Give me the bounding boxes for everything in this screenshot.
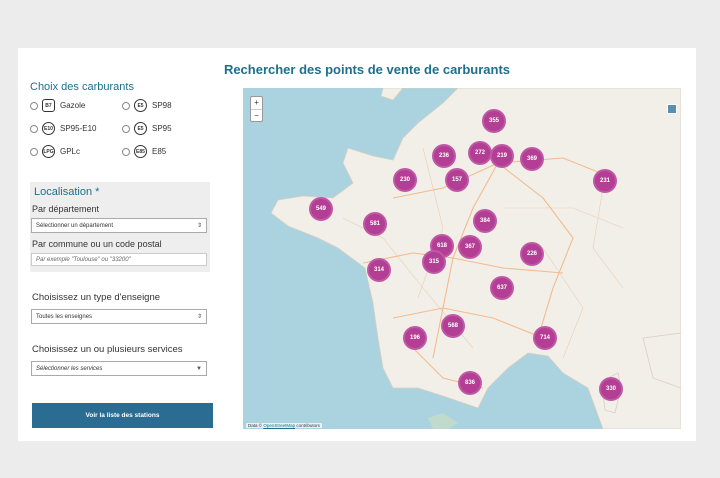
fuel-badge-icon: E5 <box>134 99 147 112</box>
map-attribution: Data © OpenStreetMap contributors <box>246 423 322 428</box>
attribution-suffix: contributors <box>296 423 320 428</box>
cluster-marker[interactable]: 369 <box>520 147 544 171</box>
localisation-title: Localisation * <box>34 186 100 198</box>
fuel-radio[interactable] <box>122 124 130 133</box>
fuel-badge-icon: E5 <box>134 122 147 135</box>
cluster-marker[interactable]: 196 <box>403 326 427 350</box>
attribution-prefix: Data © <box>248 423 263 428</box>
chevron-updown-icon: ⇕ <box>196 223 202 229</box>
page-title: Rechercher des points de vente de carbur… <box>223 62 511 77</box>
cluster-marker[interactable]: 157 <box>445 168 469 192</box>
cluster-marker[interactable]: 315 <box>422 250 446 274</box>
fuel-section-title: Choix des carburants <box>30 81 134 93</box>
commune-label: Par commune ou un code postal <box>32 239 162 249</box>
fuel-radio[interactable] <box>30 147 38 156</box>
cluster-marker[interactable]: 714 <box>533 326 557 350</box>
view-stations-button[interactable]: Voir la liste des stations <box>32 403 213 428</box>
layers-icon[interactable] <box>667 104 677 114</box>
fuel-label: SP95-E10 <box>60 124 97 133</box>
fuel-option-sp95[interactable]: E5 SP95 <box>122 122 214 135</box>
cluster-marker[interactable]: 230 <box>393 168 417 192</box>
cluster-marker[interactable]: 231 <box>593 169 617 193</box>
fuel-option-gplc[interactable]: LPG GPLc <box>30 145 122 158</box>
departement-select-value: Sélectionner un département <box>36 222 114 229</box>
departement-label: Par département <box>32 204 100 214</box>
fuel-radio[interactable] <box>122 147 130 156</box>
cluster-marker[interactable]: 314 <box>367 258 391 282</box>
services-select[interactable]: Sélectionner les services ▼ <box>31 361 207 376</box>
chevron-updown-icon: ⇕ <box>196 314 202 320</box>
fuel-radio[interactable] <box>30 101 38 110</box>
fuel-badge-icon: E85 <box>134 145 147 158</box>
cluster-marker[interactable]: 384 <box>473 209 497 233</box>
openstreetmap-link[interactable]: OpenStreetMap <box>263 423 295 428</box>
fuel-badge-icon: LPG <box>42 145 55 158</box>
zoom-in-button[interactable]: + <box>251 97 262 110</box>
fuel-label: SP98 <box>152 101 172 110</box>
cluster-marker[interactable]: 637 <box>490 276 514 300</box>
cluster-marker[interactable]: 330 <box>599 377 623 401</box>
cluster-marker[interactable]: 272 <box>468 141 492 165</box>
enseigne-label: Choisissez un type d'enseigne <box>32 292 161 303</box>
fuel-label: Gazole <box>60 101 86 110</box>
cluster-marker[interactable]: 549 <box>309 197 333 221</box>
fuel-option-sp98[interactable]: E5 SP98 <box>122 99 214 112</box>
cluster-marker[interactable]: 581 <box>363 212 387 236</box>
fuel-options: B7 Gazole E5 SP98 E10 SP95-E10 E5 SP95 L… <box>30 99 215 158</box>
chevron-down-icon: ▼ <box>196 365 202 372</box>
fuel-option-e85[interactable]: E85 E85 <box>122 145 214 158</box>
zoom-control: + − <box>250 96 263 122</box>
fuel-label: E85 <box>152 147 167 156</box>
cluster-marker[interactable]: 226 <box>520 242 544 266</box>
fuel-label: GPLc <box>60 147 81 156</box>
departement-select[interactable]: Sélectionner un département ⇕ <box>31 218 207 233</box>
services-select-value: Sélectionner les services <box>36 365 103 372</box>
services-label: Choisissez un ou plusieurs services <box>32 344 183 355</box>
fuel-radio[interactable] <box>122 101 130 110</box>
cluster-marker[interactable]: 219 <box>490 144 514 168</box>
search-panel: Rechercher des points de vente de carbur… <box>18 48 696 441</box>
fuel-badge-icon: B7 <box>42 99 55 112</box>
stations-map[interactable]: + − 355 236 272 219 369 230 157 231 549 … <box>243 88 681 429</box>
cluster-marker[interactable]: 568 <box>441 314 465 338</box>
cluster-marker[interactable]: 355 <box>482 109 506 133</box>
filter-sidebar: Choix des carburants B7 Gazole E5 SP98 E… <box>30 81 215 376</box>
commune-input[interactable]: Par exemple "Toulouse" ou "33200" <box>31 253 207 266</box>
enseigne-select-value: Toutes les enseignes <box>36 313 93 320</box>
localisation-box: Localisation * Par département Sélection… <box>30 182 210 272</box>
cluster-marker[interactable]: 367 <box>458 235 482 259</box>
fuel-radio[interactable] <box>30 124 38 133</box>
enseigne-select[interactable]: Toutes les enseignes ⇕ <box>31 309 207 324</box>
fuel-option-gazole[interactable]: B7 Gazole <box>30 99 122 112</box>
zoom-out-button[interactable]: − <box>251 110 262 122</box>
cluster-marker[interactable]: 236 <box>432 144 456 168</box>
fuel-label: SP95 <box>152 124 172 133</box>
fuel-option-sp95-e10[interactable]: E10 SP95-E10 <box>30 122 122 135</box>
cluster-marker[interactable]: 836 <box>458 371 482 395</box>
fuel-badge-icon: E10 <box>42 122 55 135</box>
